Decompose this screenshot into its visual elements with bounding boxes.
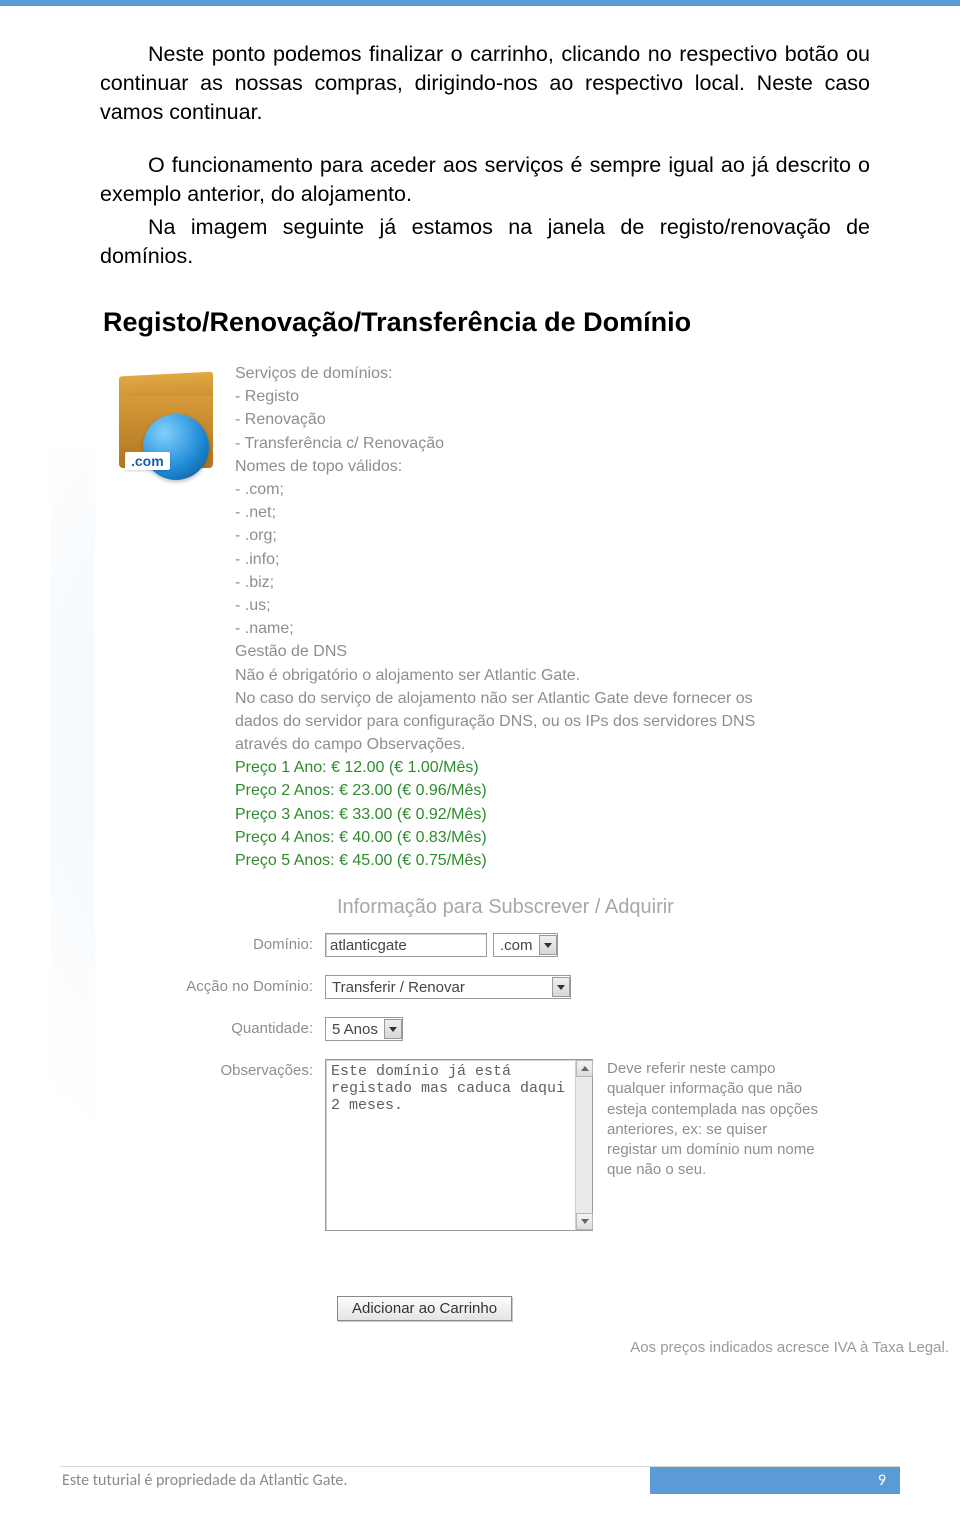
- info-t3: - .org;: [235, 524, 955, 547]
- page-number: 9: [650, 1467, 900, 1494]
- info-text: Serviços de domínios: - Registo - Renova…: [235, 362, 955, 872]
- dominio-label: Domínio:: [95, 933, 325, 953]
- page-footer: Este tuturial é propriedade da Atlantic …: [60, 1466, 900, 1494]
- info-t6: - .us;: [235, 594, 955, 617]
- body-text: Neste ponto podemos finalizar o carrinho…: [100, 40, 870, 271]
- info-t4: - .info;: [235, 548, 955, 571]
- observacoes-help: Deve referir neste campo qualquer inform…: [599, 1059, 819, 1181]
- price-3: Preço 3 Anos: € 33.00 (€ 0.92/Mês): [235, 803, 955, 826]
- paragraph-1: Neste ponto podemos finalizar o carrinho…: [100, 40, 870, 127]
- observacoes-label: Observações:: [95, 1059, 325, 1079]
- info-h1: Serviços de domínios:: [235, 362, 955, 385]
- info-t5: - .biz;: [235, 571, 955, 594]
- info-t1: - .com;: [235, 478, 955, 501]
- tld-select[interactable]: .com: [493, 933, 558, 957]
- chevron-down-icon: [539, 935, 557, 955]
- quantidade-value: 5 Anos: [330, 1021, 382, 1038]
- iva-note: Aos preços indicados acresce IVA à Taxa …: [95, 1331, 955, 1356]
- add-to-cart-button[interactable]: Adicionar ao Carrinho: [337, 1296, 512, 1321]
- scroll-down-icon[interactable]: [576, 1213, 593, 1230]
- embedded-screenshot: Registo/Renovação/Transferência de Domín…: [95, 303, 955, 1356]
- footer-text: Este tuturial é propriedade da Atlantic …: [60, 1467, 650, 1494]
- quantidade-select[interactable]: 5 Anos: [325, 1017, 403, 1041]
- info-t2: - .net;: [235, 501, 955, 524]
- page-content: Neste ponto podemos finalizar o carrinho…: [0, 0, 960, 1356]
- info-h3: Gestão de DNS: [235, 640, 955, 663]
- price-4: Preço 4 Anos: € 40.00 (€ 0.83/Mês): [235, 826, 955, 849]
- chevron-down-icon: [552, 977, 570, 997]
- subscribe-section-title: Informação para Subscrever / Adquirir: [95, 872, 955, 929]
- scroll-up-icon[interactable]: [576, 1060, 593, 1077]
- info-h2: Nomes de topo válidos:: [235, 455, 955, 478]
- dominio-input[interactable]: [325, 933, 487, 957]
- info-l3: - Transferência c/ Renovação: [235, 432, 955, 455]
- info-l2: - Renovação: [235, 408, 955, 431]
- domain-box-icon: .com: [95, 362, 235, 872]
- observacoes-textarea[interactable]: [325, 1059, 593, 1231]
- screenshot-title: Registo/Renovação/Transferência de Domín…: [95, 303, 955, 362]
- com-tag: .com: [125, 452, 170, 470]
- accao-label: Acção no Domínio:: [95, 975, 325, 995]
- paragraph-3: Na imagem seguinte já estamos na janela …: [100, 213, 870, 271]
- price-1: Preço 1 Ano: € 12.00 (€ 1.00/Mês): [235, 756, 955, 779]
- chevron-down-icon: [384, 1019, 402, 1039]
- tld-value: .com: [498, 937, 537, 954]
- accao-select[interactable]: Transferir / Renovar: [325, 975, 571, 999]
- accao-value: Transferir / Renovar: [330, 979, 469, 996]
- info-t7: - .name;: [235, 617, 955, 640]
- price-5: Preço 5 Anos: € 45.00 (€ 0.75/Mês): [235, 849, 955, 872]
- textarea-scrollbar[interactable]: [575, 1060, 592, 1230]
- info-d2: No caso do serviço de alojamento não ser…: [235, 687, 795, 757]
- paragraph-2: O funcionamento para aceder aos serviços…: [100, 151, 870, 209]
- info-d1: Não é obrigatório o alojamento ser Atlan…: [235, 664, 955, 687]
- price-2: Preço 2 Anos: € 23.00 (€ 0.96/Mês): [235, 779, 955, 802]
- quantidade-label: Quantidade:: [95, 1017, 325, 1037]
- info-l1: - Registo: [235, 385, 955, 408]
